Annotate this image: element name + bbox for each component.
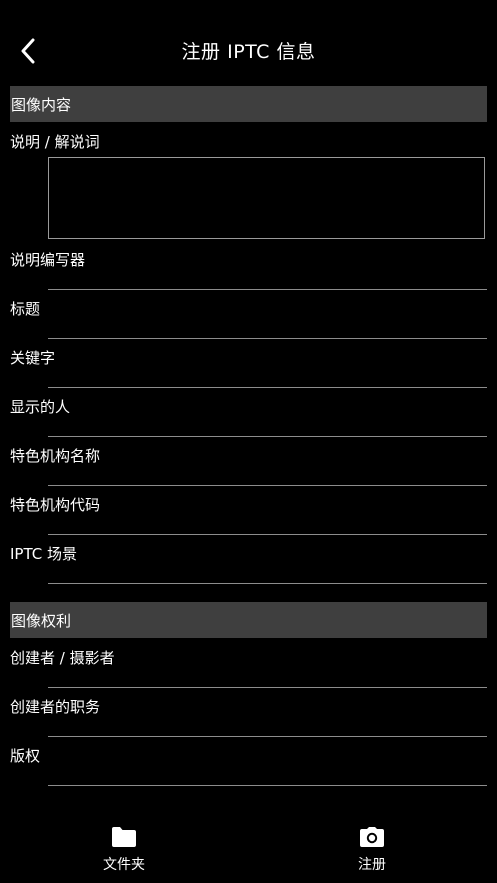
field-label: 标题 [10,300,41,318]
field-label: 特色机构代码 [10,496,101,514]
tab-label: 文件夹 [103,857,145,873]
field-copyright: 版权 [0,745,497,786]
field-caption-writer: 说明编写器 [0,249,497,290]
folder-icon [112,827,136,847]
headline-input[interactable] [48,338,487,339]
bottom-nav: 文件夹 注册 [0,810,497,883]
section-header-image-rights: 图像权利 [10,602,487,638]
field-label: 说明编写器 [10,251,86,269]
field-label: 创建者的职务 [10,698,101,716]
field-creator: 创建者 / 摄影者 [0,647,497,688]
caption-textarea[interactable] [48,157,485,239]
field-label: 显示的人 [10,398,71,416]
tab-register[interactable]: 注册 [312,824,432,874]
field-caption: 说明 / 解说词 [0,131,497,239]
creator-title-input[interactable] [48,736,487,737]
field-iptc-scene: IPTC 场景 [0,543,497,584]
header: 注册 IPTC 信息 [0,0,497,100]
iptc-scene-input[interactable] [48,583,487,584]
section-title: 图像内容 [11,95,72,114]
form-scroll-area[interactable]: 图像内容 说明 / 解说词 说明编写器 标题 关键字 显示的人 特色机构名称 特… [0,86,497,810]
creator-input[interactable] [48,687,487,688]
field-label: 特色机构名称 [10,447,101,465]
page-title: 注册 IPTC 信息 [181,41,316,63]
section-title: 图像权利 [11,611,72,630]
field-label: IPTC 场景 [10,545,77,563]
tab-label: 注册 [358,857,386,873]
field-label: 说明 / 解说词 [10,133,100,151]
section-header-image-content: 图像内容 [10,86,487,122]
caption-writer-input[interactable] [48,289,487,290]
field-creator-title: 创建者的职务 [0,696,497,737]
tab-folder[interactable]: 文件夹 [64,824,184,874]
field-keywords: 关键字 [0,347,497,388]
field-org-name: 特色机构名称 [0,445,497,486]
persons-shown-input[interactable] [48,436,487,437]
keywords-input[interactable] [48,387,487,388]
camera-icon [360,827,384,847]
field-persons-shown: 显示的人 [0,396,497,437]
field-label: 创建者 / 摄影者 [10,649,115,667]
field-org-code: 特色机构代码 [0,494,497,535]
field-headline: 标题 [0,298,497,339]
field-label: 版权 [10,747,41,765]
field-label: 关键字 [10,349,56,367]
org-code-input[interactable] [48,534,487,535]
org-name-input[interactable] [48,485,487,486]
copyright-input[interactable] [48,785,487,786]
